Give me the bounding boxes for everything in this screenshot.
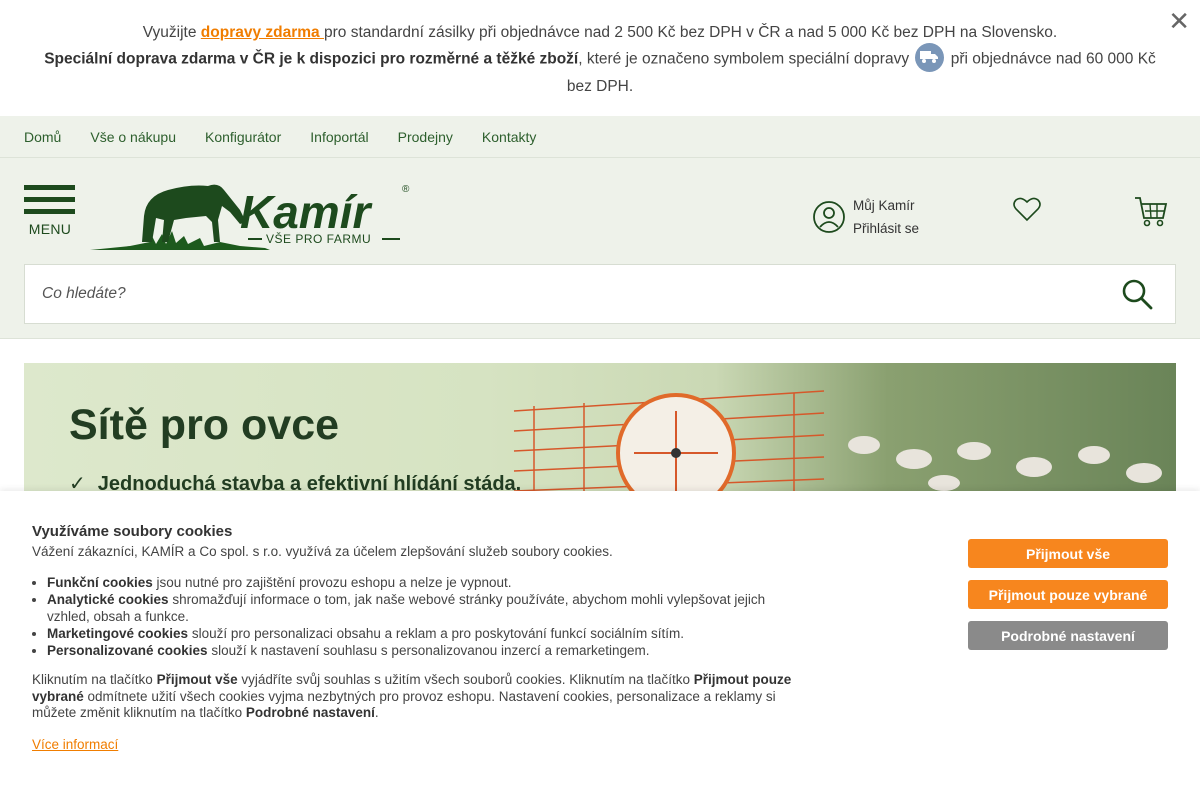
notice-text: pro standardní zásilky při objednávce na… xyxy=(323,24,1058,41)
cart-button[interactable] xyxy=(1134,196,1168,233)
list-item: Funkční cookies jsou nutné pro zajištění… xyxy=(47,574,797,591)
nav-item-home[interactable]: Domů xyxy=(24,129,61,145)
search-input[interactable] xyxy=(25,265,1085,323)
cookie-consent-panel: Využíváme soubory cookies Vážení zákazní… xyxy=(0,491,1200,800)
cookie-info: Kliknutím na tlačítko Přijmout vše vyjád… xyxy=(32,672,792,720)
cart-icon xyxy=(1135,197,1168,227)
check-icon: ✓ xyxy=(69,473,86,491)
site-header: MENU Kamír ® VŠE PRO FARMU Můj Kamír Při… xyxy=(0,158,1200,339)
svg-text:®: ® xyxy=(402,184,410,195)
cookie-intro: Vážení zákazníci, KAMÍR a Co spol. s r.o… xyxy=(32,544,613,559)
logo-tagline: VŠE PRO FARMU xyxy=(266,231,371,246)
logo-wordmark: Kamír xyxy=(240,186,372,238)
shipping-notice: Využijte dopravy zdarma pro standardní z… xyxy=(0,0,1200,116)
menu-button[interactable]: MENU xyxy=(24,185,76,237)
search-button[interactable] xyxy=(1121,278,1153,315)
special-delivery-truck-icon xyxy=(915,43,945,72)
nav-item-stores[interactable]: Prodejny xyxy=(398,129,453,145)
nav-item-about-shopping[interactable]: Vše o nákupu xyxy=(90,129,176,145)
detailed-settings-button[interactable]: Podrobné nastavení xyxy=(968,621,1168,650)
wishlist-button[interactable] xyxy=(1013,196,1041,227)
banner-benefit: ✓ Jednoduchá stavba a efektivní hlídání s… xyxy=(69,471,521,491)
list-item: Analytické cookies shromažďují informace… xyxy=(47,591,797,625)
search-icon xyxy=(1122,279,1153,310)
banner-title: Sítě pro ovce xyxy=(69,401,340,449)
nav-item-contacts[interactable]: Kontakty xyxy=(482,129,536,145)
heart-icon xyxy=(1013,197,1041,222)
hamburger-icon xyxy=(24,209,75,214)
notice-line-2: Speciální doprava zdarma v ČR je k dispo… xyxy=(0,43,1200,99)
menu-label: MENU xyxy=(28,221,72,237)
account-title: Můj Kamír xyxy=(853,198,915,213)
list-item: Personalizované cookies slouží k nastave… xyxy=(47,642,797,659)
promo-banner[interactable]: Sítě pro ovce ✓ Jednoduchá stavba a efekt… xyxy=(24,363,1176,491)
cookie-title: Využíváme soubory cookies xyxy=(32,523,233,540)
accept-all-button[interactable]: Přijmout vše xyxy=(968,539,1168,568)
login-link[interactable]: Přihlásit se xyxy=(853,217,919,240)
horse-icon xyxy=(142,184,246,242)
hamburger-icon xyxy=(24,197,75,202)
close-notice-icon[interactable]: ✕ xyxy=(1168,8,1190,34)
top-nav: Domů Vše o nákupu Konfigurátor Infoportá… xyxy=(0,116,1200,158)
user-icon xyxy=(813,201,845,233)
notice-bold-text: Speciální doprava zdarma v ČR je k dispo… xyxy=(44,50,579,68)
kamir-logo[interactable]: Kamír ® VŠE PRO FARMU xyxy=(90,176,412,252)
cookie-types-list: Funkční cookies jsou nutné pro zajištění… xyxy=(47,574,797,659)
nav-item-configurator[interactable]: Konfigurátor xyxy=(205,129,281,145)
hamburger-icon xyxy=(24,185,75,190)
list-item: Marketingové cookies slouží pro personal… xyxy=(47,625,797,642)
account-link[interactable]: Můj Kamír Přihlásit se xyxy=(813,194,919,240)
search-bar xyxy=(24,264,1176,324)
banner-fence-illustration xyxy=(513,390,825,491)
notice-text: Využijte xyxy=(142,24,201,41)
sheep-field-illustration xyxy=(848,436,1162,491)
notice-line-1: Využijte dopravy zdarma pro standardní z… xyxy=(0,20,1200,45)
free-shipping-link[interactable]: dopravy zdarma xyxy=(201,24,324,41)
accept-selected-button[interactable]: Přijmout pouze vybrané xyxy=(968,580,1168,609)
nav-item-infoportal[interactable]: Infoportál xyxy=(310,129,368,145)
more-info-link[interactable]: Více informací xyxy=(32,737,118,752)
notice-text: , které je označeno symbolem speciální d… xyxy=(578,50,914,68)
banner-benefit-text: Jednoduchá stavba a efektivní hlídání st… xyxy=(97,473,522,491)
